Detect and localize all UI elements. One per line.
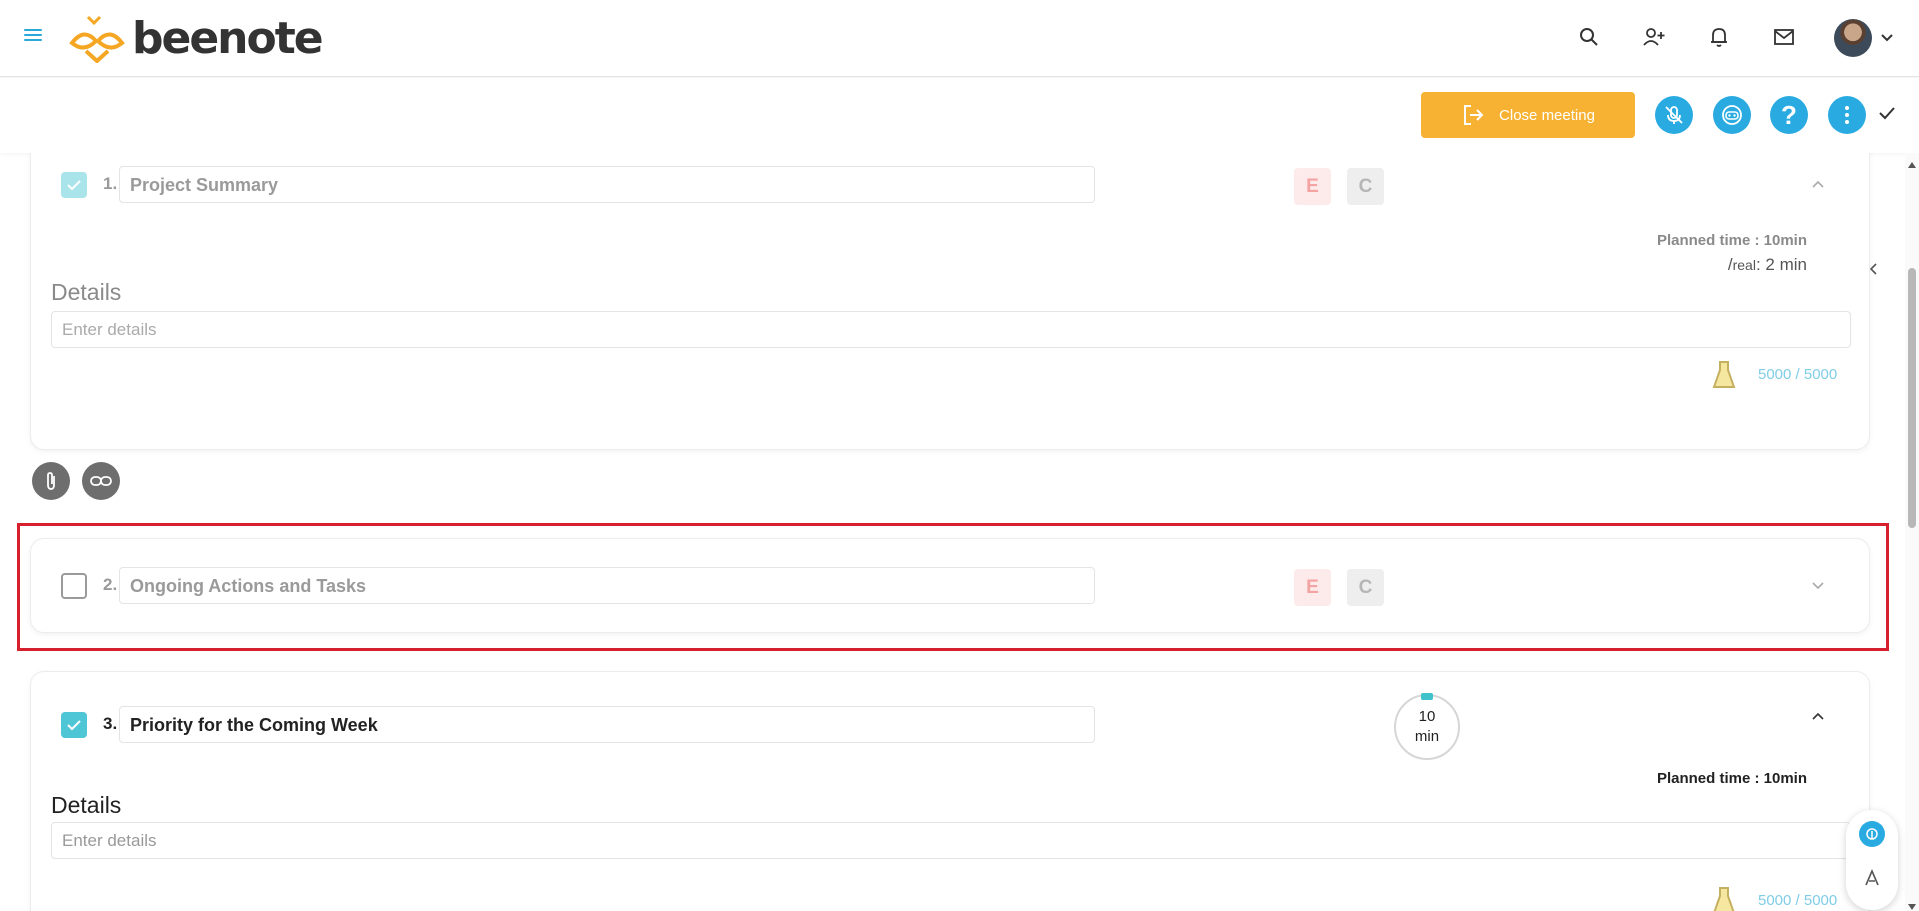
item-1-details-label: Details <box>51 279 122 305</box>
notification-bell-icon[interactable] <box>1704 22 1734 52</box>
touch-gesture-icon[interactable] <box>1859 821 1885 847</box>
timer-progress-mark <box>1421 693 1433 700</box>
question-mark-icon: ? <box>1781 99 1797 130</box>
item-3-timer[interactable]: 10 min <box>1394 693 1460 760</box>
exit-icon <box>1464 105 1484 125</box>
close-meeting-label: Close meeting <box>1499 106 1595 124</box>
top-header: beenote <box>0 0 1919 77</box>
vertical-dots-icon <box>1845 106 1849 124</box>
more-options-button[interactable] <box>1828 96 1866 134</box>
item-1-details-input[interactable]: Enter details <box>51 311 1851 348</box>
help-button[interactable]: ? <box>1770 96 1808 134</box>
agenda-item-3: 3. Priority for the Coming Week 10 min P… <box>30 671 1870 911</box>
item-2-title-input[interactable]: Ongoing Actions and Tasks <box>119 567 1095 604</box>
check-icon <box>67 720 81 731</box>
check-icon <box>67 180 81 191</box>
meeting-toolbar: Close meeting ? <box>0 78 1919 153</box>
item-2-checkbox[interactable] <box>61 573 87 599</box>
item-1-title-input[interactable]: Project Summary <box>119 166 1095 203</box>
link-icon <box>90 476 112 486</box>
user-avatar[interactable] <box>1834 19 1872 57</box>
agenda-item-1: 1. Project Summary E C Planned time : 10… <box>30 153 1870 450</box>
item-1-number: 1. <box>103 174 118 193</box>
item-1-char-counter: 5000 / 5000 <box>1758 366 1838 383</box>
timer-unit: min <box>1414 728 1440 745</box>
mail-icon[interactable] <box>1769 22 1799 52</box>
agenda-item-2: 2. Ongoing Actions and Tasks E C <box>30 538 1870 633</box>
logo-text: beenote <box>132 12 324 64</box>
collapse-chevron-up-icon[interactable] <box>1811 176 1825 194</box>
collapse-chevron-up-icon[interactable] <box>1811 708 1825 726</box>
item-2-badge-c[interactable]: C <box>1347 569 1384 606</box>
checkmark-icon[interactable] <box>1878 106 1896 125</box>
agenda-content: 1. Project Summary E C Planned time : 10… <box>0 153 1905 911</box>
add-user-icon[interactable] <box>1639 22 1669 52</box>
close-meeting-button[interactable]: Close meeting <box>1421 92 1635 138</box>
paperclip-icon <box>47 472 55 490</box>
hourglass-flask-icon <box>1713 887 1735 911</box>
item-1-badge-e[interactable]: E <box>1294 168 1331 205</box>
item-1-checkbox[interactable] <box>61 172 87 198</box>
item-3-number: 3. <box>103 714 118 733</box>
item-2-number: 2. <box>103 575 118 594</box>
hamburger-menu-icon[interactable] <box>24 26 46 48</box>
chevron-down-icon[interactable] <box>1880 30 1894 48</box>
item-3-details-label: Details <box>51 792 122 818</box>
scroll-up-arrow-icon[interactable] <box>1907 156 1917 174</box>
robot-icon <box>1722 105 1742 125</box>
item-1-real-time: /real: 2 min <box>1511 255 1807 275</box>
vertical-scrollbar[interactable] <box>1905 153 1919 911</box>
timer-value: 10 <box>1418 708 1436 725</box>
beenote-logo[interactable]: beenote <box>66 12 324 64</box>
search-icon[interactable] <box>1574 22 1604 52</box>
real-value: : 2 min <box>1755 255 1807 274</box>
item-3-planned-time: Planned time : 10min <box>1656 770 1807 787</box>
item-3-details-input[interactable]: Enter details <box>51 822 1851 859</box>
assistant-bot-button[interactable] <box>1713 96 1751 134</box>
microphone-muted-button[interactable] <box>1655 96 1693 134</box>
bee-logo-icon <box>69 15 125 63</box>
item-1-badge-c[interactable]: C <box>1347 168 1384 205</box>
navigate-arrow-icon[interactable] <box>1859 865 1885 891</box>
item-3-title-input[interactable]: Priority for the Coming Week <box>119 706 1095 743</box>
item-3-char-counter: 5000 / 5000 <box>1758 892 1838 909</box>
add-link-button[interactable] <box>82 462 120 500</box>
scrollbar-thumb[interactable] <box>1908 268 1916 528</box>
item-3-checkbox[interactable] <box>61 712 87 738</box>
expand-chevron-down-icon[interactable] <box>1811 577 1825 595</box>
side-panel-chevron-left-icon[interactable] <box>1868 262 1878 281</box>
item-1-planned-time: Planned time : 10min <box>1656 232 1807 249</box>
scroll-down-arrow-icon[interactable] <box>1907 898 1917 911</box>
hourglass-flask-icon <box>1712 361 1736 388</box>
microphone-off-icon <box>1665 106 1683 124</box>
real-label: real <box>1732 257 1756 273</box>
floating-action-panel <box>1846 810 1898 910</box>
item-2-badge-e[interactable]: E <box>1294 569 1331 606</box>
attach-file-button[interactable] <box>32 462 70 500</box>
